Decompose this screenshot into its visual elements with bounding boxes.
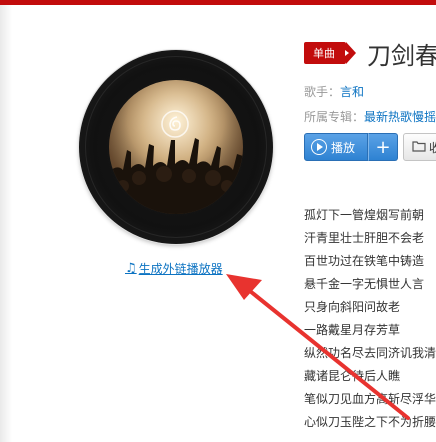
- top-accent-bar: [0, 0, 436, 5]
- netease-music-logo-icon: [161, 110, 189, 138]
- lyric-line: 只身向斜阳问故老: [304, 300, 401, 314]
- lyric-line: 纵然功名尽去同济讥我清: [304, 346, 436, 360]
- lyric-line: 汗青里壮士肝胆不会老: [304, 231, 425, 245]
- singer-link[interactable]: 言和: [340, 85, 364, 99]
- album-row: 所属专辑：最新热歌慢摇: [304, 108, 436, 125]
- album-link[interactable]: 最新热歌慢摇: [364, 110, 436, 124]
- song-title: 刀剑春: [367, 42, 436, 70]
- lyric-line: 心似刀玉陛之下不为折腰: [304, 415, 436, 429]
- lyric-line: 藏诸昆仑待后人瞧: [304, 369, 401, 383]
- album-label: 所属专辑：: [304, 110, 365, 124]
- external-player-label: 生成外链播放器: [138, 261, 223, 276]
- lyric-line: 孤灯下一管煌烟写前朝: [304, 208, 425, 222]
- lyric-line: 一路戴星月存芳草: [304, 323, 401, 337]
- add-button-label: +: [375, 136, 391, 158]
- lyric-line: 悬千金一字无惧世人言: [304, 277, 425, 291]
- album-disc: [79, 50, 273, 244]
- concert-crowd-illustration: [109, 80, 243, 214]
- play-icon: [311, 139, 327, 155]
- album-cover-image: [109, 80, 243, 214]
- single-badge-label: 单曲: [313, 47, 335, 60]
- singer-row: 歌手：言和: [304, 83, 364, 100]
- singer-label: 歌手：: [304, 85, 341, 99]
- folder-plus-icon: [412, 140, 426, 155]
- music-note-icon: ♫: [125, 260, 137, 276]
- play-button[interactable]: 播放: [304, 133, 368, 161]
- lyric-line: 笔似刀见血方高斩尽浮华: [304, 392, 436, 406]
- single-badge: 单曲: [304, 42, 356, 64]
- lyric-line: 百世功过在铁笔中铸造: [304, 254, 425, 268]
- left-gutter: [0, 5, 12, 442]
- play-button-label: 播放: [331, 140, 356, 155]
- lyrics-panel: 孤灯下一管煌烟写前朝 汗青里壮士肝胆不会老 百世功过在铁笔中铸造 悬千金一字无惧…: [304, 204, 436, 434]
- favorite-button[interactable]: 收: [403, 133, 436, 161]
- add-to-playlist-button[interactable]: +: [368, 133, 398, 161]
- favorite-button-label: 收: [429, 140, 436, 155]
- generate-external-player-link[interactable]: ♫ 生成外链播放器: [125, 259, 223, 277]
